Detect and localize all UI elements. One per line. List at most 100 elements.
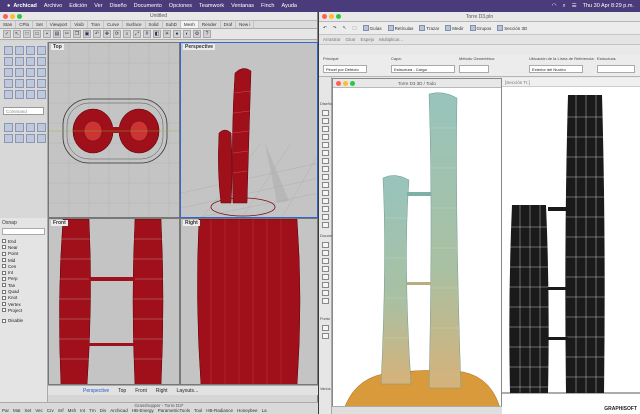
osnap-filter-input[interactable]: [2, 228, 45, 235]
osnap-point-checkbox[interactable]: [2, 251, 6, 256]
menu-archivo[interactable]: Archivo: [44, 3, 62, 9]
undo-icon[interactable]: ↶: [93, 30, 101, 38]
door-tool-icon[interactable]: [322, 166, 329, 172]
grid-icon[interactable]: #: [143, 30, 151, 38]
rectangle-icon[interactable]: [26, 57, 35, 66]
cut-icon[interactable]: ✂: [63, 30, 71, 38]
trace-button[interactable]: Trazar: [419, 25, 439, 31]
check-icon[interactable]: ✓: [3, 30, 11, 38]
pan-icon[interactable]: ✥: [103, 30, 111, 38]
tab-render[interactable]: Render: [199, 21, 221, 28]
rotate-icon[interactable]: ⟳: [113, 30, 121, 38]
viewport-top[interactable]: Top: [48, 42, 180, 218]
slab-tool-icon[interactable]: [322, 134, 329, 140]
tab-cpla[interactable]: CPla: [16, 21, 34, 28]
arc-icon[interactable]: [15, 57, 24, 66]
sphere-solid-icon[interactable]: [26, 68, 35, 77]
tab-tran[interactable]: Tran: [88, 21, 105, 28]
vptab-top[interactable]: Top: [118, 388, 126, 394]
layer-icon[interactable]: ◧: [153, 30, 161, 38]
menu-teamwork[interactable]: Teamwork: [199, 3, 224, 9]
zoom-icon[interactable]: [350, 81, 355, 86]
ghtab-msh[interactable]: Msh: [68, 408, 77, 413]
help-icon[interactable]: ?: [203, 30, 211, 38]
viewport-top-label[interactable]: Top: [51, 44, 64, 50]
guides-button[interactable]: Guías: [362, 25, 382, 31]
vptab-perspective[interactable]: Perspective: [83, 388, 109, 394]
mesh-icon[interactable]: [4, 123, 13, 132]
menu-diseno[interactable]: Diseño: [110, 3, 127, 9]
wall-tool-icon[interactable]: [322, 110, 329, 116]
ghtab-hb-radiance[interactable]: HB-Radiance: [206, 408, 233, 413]
print-icon[interactable]: ▤: [53, 30, 61, 38]
grids-button[interactable]: Retículas: [387, 25, 413, 31]
command-input[interactable]: Command: [3, 107, 44, 115]
ghtab-archicad[interactable]: Archicad: [110, 408, 128, 413]
zoom-icon[interactable]: ⌕: [123, 30, 131, 38]
wifi-icon[interactable]: ◠: [552, 3, 557, 9]
osnap-end-checkbox[interactable]: [2, 239, 6, 244]
viewport-front-label[interactable]: Front: [51, 220, 68, 226]
ghtab-crv[interactable]: Crv: [47, 408, 54, 413]
polygon-icon[interactable]: [37, 57, 46, 66]
window-tool-icon[interactable]: [322, 174, 329, 180]
osnap-perp-checkbox[interactable]: [2, 276, 6, 281]
minimize-icon[interactable]: [343, 81, 348, 86]
curtain-wall-tool-icon[interactable]: [322, 158, 329, 164]
marquee-button[interactable]: ⬚: [352, 25, 356, 31]
open-icon[interactable]: ▭: [33, 30, 41, 38]
polyline-tool-icon[interactable]: [322, 298, 329, 304]
groups-button[interactable]: Grupos: [469, 25, 491, 31]
tab-curve[interactable]: Curve: [104, 21, 124, 28]
close-icon[interactable]: [322, 14, 327, 19]
zoom-extents-icon[interactable]: ⤢: [133, 30, 141, 38]
control-center-icon[interactable]: ☰: [572, 3, 577, 9]
line-tool-icon[interactable]: [322, 282, 329, 288]
mirror-button[interactable]: Espejo: [361, 37, 375, 42]
menu-finch[interactable]: Finch: [261, 3, 274, 9]
tab-stan[interactable]: Stan: [0, 21, 17, 28]
text-icon[interactable]: [37, 123, 46, 132]
ghtab-honeybee[interactable]: Honeybee: [237, 408, 258, 413]
dimension-tool-icon[interactable]: [322, 242, 329, 248]
archicad-section-window[interactable]: [Sección Tr.] GRAPHISOFT: [502, 78, 640, 414]
tab-mesh[interactable]: Mesh: [180, 21, 199, 28]
ghtab-par[interactable]: Par: [2, 408, 9, 413]
polyline-icon[interactable]: [26, 46, 35, 55]
menu-documento[interactable]: Documento: [134, 3, 162, 9]
boolean-icon[interactable]: [4, 90, 13, 99]
cone-icon[interactable]: [37, 68, 46, 77]
close-icon[interactable]: [3, 14, 8, 19]
zone-tool-icon[interactable]: [322, 206, 329, 212]
loft-icon[interactable]: [15, 79, 24, 88]
circle-icon[interactable]: [4, 57, 13, 66]
cylinder-icon[interactable]: [15, 68, 24, 77]
undo-button[interactable]: ↶: [323, 25, 327, 31]
ghtab-trn[interactable]: Trn: [89, 408, 96, 413]
tab-surface[interactable]: Surface: [123, 21, 146, 28]
ghtab-srf[interactable]: Srf: [58, 408, 64, 413]
minimize-icon[interactable]: [10, 14, 15, 19]
clock[interactable]: Thu 30 Apr 8:29 p.m.: [583, 3, 634, 9]
tab-set[interactable]: Set: [33, 21, 47, 28]
point-icon[interactable]: [4, 46, 13, 55]
stair-tool-icon[interactable]: [322, 182, 329, 188]
render-icon[interactable]: ◐: [183, 30, 191, 38]
railing-tool-icon[interactable]: [322, 190, 329, 196]
rotate-button[interactable]: Girar: [346, 37, 356, 42]
viewport-front[interactable]: Front: [48, 218, 180, 385]
morph-tool-icon[interactable]: [322, 222, 329, 228]
copy-icon[interactable]: ❐: [73, 30, 81, 38]
tab-draf[interactable]: Draf: [221, 21, 237, 28]
tab-visib[interactable]: Visib: [71, 21, 88, 28]
block-icon[interactable]: [15, 134, 24, 143]
fillet-icon[interactable]: [15, 90, 24, 99]
ghtab-tool[interactable]: Tool: [194, 408, 202, 413]
zoom-icon[interactable]: [336, 14, 341, 19]
vptab-front[interactable]: Front: [135, 388, 147, 394]
viewport-right-label[interactable]: Right: [183, 220, 200, 226]
label-tool-icon[interactable]: [322, 266, 329, 272]
osnap-knot-checkbox[interactable]: [2, 295, 6, 300]
mirror-icon[interactable]: [37, 134, 46, 143]
principal-field[interactable]: Pincel por Defecto: [323, 65, 367, 73]
